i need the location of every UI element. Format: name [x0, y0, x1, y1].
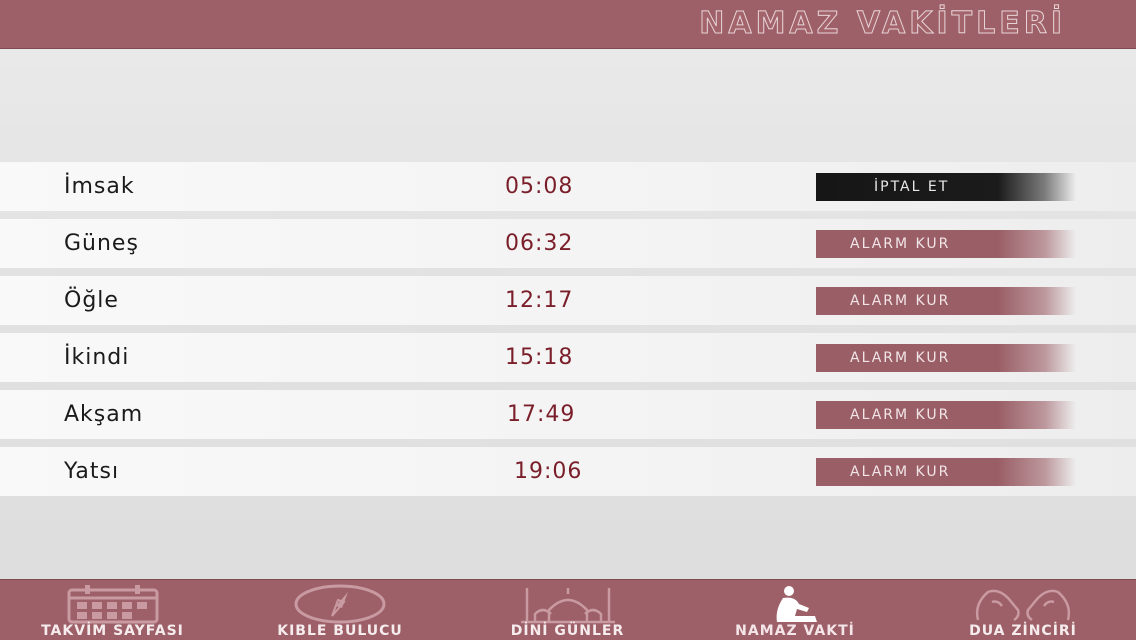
- prayer-time: 15:18: [505, 345, 574, 370]
- tab-label: NAMAZ VAKTİ: [735, 623, 855, 639]
- prayer-time: 12:17: [505, 288, 574, 313]
- prayer-row-imsak: İmsak 05:08 İPTAL ET: [0, 162, 1136, 211]
- prayer-row-ogle: Öğle 12:17 ALARM KUR: [0, 276, 1136, 325]
- prayer-row-yatsi: Yatsı 19:06 ALARM KUR: [0, 447, 1136, 496]
- app-header: NAMAZ VAKİTLERİ: [0, 0, 1136, 49]
- prayer-name: İmsak: [64, 174, 135, 199]
- set-alarm-button[interactable]: ALARM KUR: [816, 401, 1076, 429]
- set-alarm-button[interactable]: ALARM KUR: [816, 287, 1076, 315]
- set-alarm-button[interactable]: ALARM KUR: [816, 230, 1076, 258]
- prayer-name: Öğle: [64, 288, 119, 313]
- prayer-name: İkindi: [64, 345, 130, 370]
- tab-kible-bulucu[interactable]: KIBLE BULUCU: [225, 580, 455, 640]
- tab-takvim-sayfasi[interactable]: TAKVİM SAYFASI: [0, 580, 225, 640]
- prayer-row-aksam: Akşam 17:49 ALARM KUR: [0, 390, 1136, 439]
- tab-label: TAKVİM SAYFASI: [41, 623, 184, 639]
- prayer-row-gunes: Güneş 06:32 ALARM KUR: [0, 219, 1136, 268]
- prayer-time: 05:08: [505, 174, 574, 199]
- prayer-name: Güneş: [64, 231, 139, 256]
- prayer-time: 19:06: [514, 459, 583, 484]
- tab-namaz-vakti[interactable]: NAMAZ VAKTİ: [680, 580, 910, 640]
- prayer-time: 06:32: [505, 231, 574, 256]
- page-title: NAMAZ VAKİTLERİ: [699, 6, 1066, 42]
- tab-label: DİNİ GÜNLER: [510, 623, 625, 639]
- prayer-row-ikindi: İkindi 15:18 ALARM KUR: [0, 333, 1136, 382]
- bottom-tab-bar: TAKVİM SAYFASI KIBLE BULUCU DİNİ GÜNLER …: [0, 579, 1136, 640]
- prayer-name: Akşam: [64, 402, 144, 427]
- tab-dini-gunler[interactable]: DİNİ GÜNLER: [455, 580, 680, 640]
- set-alarm-button[interactable]: ALARM KUR: [816, 458, 1076, 486]
- cancel-alarm-button[interactable]: İPTAL ET: [816, 173, 1076, 201]
- tab-label: KIBLE BULUCU: [277, 623, 403, 639]
- tab-dua-zinciri[interactable]: DUA ZİNCİRİ: [910, 580, 1136, 640]
- prayer-time: 17:49: [507, 402, 576, 427]
- prayer-name: Yatsı: [64, 459, 120, 484]
- tab-label: DUA ZİNCİRİ: [969, 623, 1077, 639]
- set-alarm-button[interactable]: ALARM KUR: [816, 344, 1076, 372]
